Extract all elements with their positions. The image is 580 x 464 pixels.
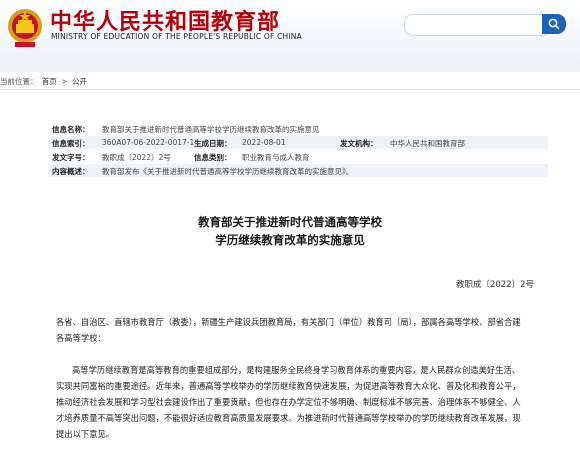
info-agency-label: 发文机构： [340,139,378,148]
info-row-docnum: 发文字号： 教职成〔2022〕2号 信息类别： 职业教育与成人教育 [48,150,548,163]
info-date-label: 生成日期： [194,139,232,148]
body-text: 高等学历继续教育是高等教育的重要组成部分，是构建服务全民终身学习教育体系的重要内… [56,365,521,439]
info-docnum-value: 教职成〔2022〕2号 [102,153,171,162]
search-icon [548,18,560,30]
info-row-summary: 内容概述： 教育部发布《关于推进新时代普通高等学校学历继续教育改革的实施意见》。 [48,164,548,177]
info-panel: 信息名称： 教育部关于推进新时代普通高等学校学历继续教育改革的实施意见 信息索引… [48,122,548,182]
info-summary-value: 教育部发布《关于推进新时代普通高等学校学历继续教育改革的实施意见》。 [102,167,354,176]
info-index-value: 360A07-06-2022-0017-1 [102,138,195,147]
info-summary-label: 内容概述： [52,167,90,176]
search-input[interactable] [404,14,546,36]
info-docnum-label: 发文字号： [52,153,90,162]
document-title-line1: 教育部关于推进新时代普通高等学校 [198,215,382,229]
document-number: 教职成〔2022〕2号 [455,280,534,290]
document-title-line2: 学历继续教育改革的实施意见 [215,233,365,247]
info-agency-value: 中华人民共和国教育部 [390,139,465,148]
info-category-label: 信息类别： [194,153,232,162]
body-paragraph: 高等学历继续教育是高等教育的重要组成部分，是构建服务全民终身学习教育体系的重要内… [56,362,526,462]
info-name-label: 信息名称： [52,125,90,134]
breadcrumb-prefix: 当前位置： [0,77,38,86]
site-name-en: MINISTRY OF EDUCATION OF THE PEOPLE'S RE… [51,32,302,41]
search-button[interactable] [542,14,566,34]
info-date-value: 2022-08-01 [242,138,286,147]
info-index-label: 信息索引： [52,139,90,148]
info-row-name: 信息名称： 教育部关于推进新时代普通高等学校学历继续教育改革的实施意见 [48,122,548,135]
divider [0,89,580,90]
breadcrumb-home-link[interactable]: 首页 [42,77,57,86]
info-category-value: 职业教育与成人教育 [242,153,310,162]
addressee-paragraph: 各省、自治区、直辖市教育厅（教委），新疆生产建设兵团教育局，有关部门（单位）教育… [56,314,526,346]
breadcrumb: 当前位置： 首页 > 公开 [0,76,89,87]
national-emblem-icon[interactable] [6,6,44,50]
site-header: 中华人民共和国教育部 MINISTRY OF EDUCATION OF THE … [0,0,580,72]
breadcrumb-separator: > [61,77,68,86]
breadcrumb-public-link[interactable]: 公开 [72,77,87,86]
info-row-index: 信息索引： 360A07-06-2022-0017-1 生成日期： 2022-0… [48,136,548,149]
info-name-value: 教育部关于推进新时代普通高等学校学历继续教育改革的实施意见 [102,125,320,134]
addressee-text: 各省、自治区、直辖市教育厅（教委），新疆生产建设兵团教育局，有关部门（单位）教育… [56,317,521,343]
